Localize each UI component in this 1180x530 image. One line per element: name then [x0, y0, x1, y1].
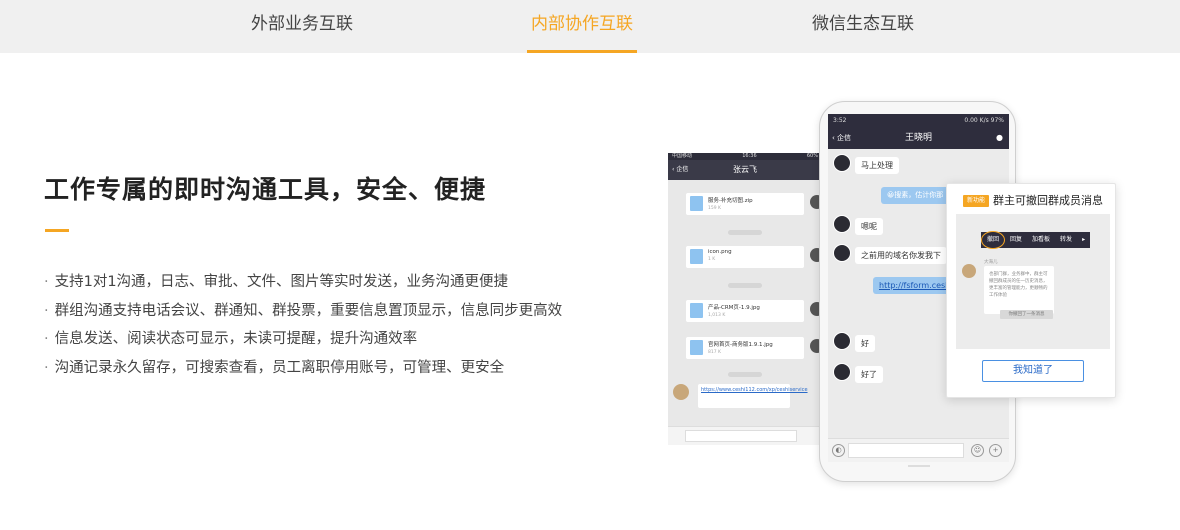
image-icon — [690, 340, 703, 355]
chat-header: ‹ 企信 王晓明 ● — [828, 127, 1009, 149]
emoji-icon: ☺ — [971, 444, 984, 457]
menu-item-forward: 转发 — [1060, 236, 1073, 243]
avatar — [833, 363, 851, 381]
recalled-notice: 你撤回了一条消息 — [1000, 310, 1053, 319]
sender-name: 大海儿 — [984, 260, 998, 265]
chat-bubble: 马上处理 — [855, 157, 899, 174]
file-message: 官网首页-商务版1.9.1.jpg 817 K — [686, 337, 804, 359]
tab-bar: 外部业务互联 内部协作互联 微信生态互联 — [0, 0, 1180, 53]
message-input — [685, 430, 797, 442]
popup-title: 群主可撤回群成员消息 — [993, 194, 1103, 207]
image-icon — [690, 249, 703, 264]
file-message: 服务-补充切图.zip 159 K — [686, 193, 804, 215]
chat-bubble: 之前用的域名你发我下 — [855, 247, 947, 264]
new-feature-badge: 新功能 — [963, 195, 990, 207]
timestamp-pill — [728, 372, 762, 377]
accent-divider — [45, 229, 69, 232]
chat-bubble: 嗯呢 — [855, 218, 883, 235]
popup-illustration: 撤回 回复 加看板 转发 ▸ 大海儿 也部门群，业务群中，群主可撤回群成员的任一… — [956, 214, 1110, 349]
feature-item: · 信息发送、阅读状态可显示，未读可提醒，提升沟通效率 — [44, 331, 418, 348]
got-it-button[interactable]: 我知道了 — [982, 360, 1084, 382]
bullet-dot: · — [44, 331, 49, 348]
message-context-menu: 撤回 回复 加看板 转发 ▸ — [981, 231, 1091, 249]
timestamp-pill — [728, 283, 762, 288]
file-message: icon.png 1 K — [686, 246, 804, 268]
chat-body: 服务-补充切图.zip 159 K icon.png 1 K 产品-CRM页-1… — [668, 180, 822, 426]
chat-bubble: 好了 — [855, 366, 883, 383]
menu-more-arrow: ▸ — [1082, 236, 1086, 243]
chat-input-bar: ◐ ☺ + — [828, 438, 1009, 462]
feature-popup-card: 新功能 群主可撤回群成员消息 撤回 回复 加看板 转发 ▸ 大海儿 也部门群，业… — [946, 183, 1116, 398]
feature-item: · 支持1对1沟通，日志、审批、文件、图片等实时发送，业务沟通更便捷 — [44, 274, 509, 290]
tab-wechat-ecosystem[interactable]: 微信生态互联 — [793, 0, 933, 53]
back-button: ‹ 企信 — [832, 134, 852, 142]
image-icon — [690, 303, 703, 318]
menu-item-add-board: 加看板 — [1032, 236, 1051, 243]
chat-input-bar — [668, 426, 822, 445]
phone-status-bar: 3:52 0.00 K/s 97% — [828, 114, 1009, 127]
plus-icon: + — [989, 444, 1002, 457]
file-message: 产品-CRM页-1.9.jpg 1,013 K — [686, 300, 804, 322]
avatar — [833, 215, 851, 233]
tab-label: 内部协作互联 — [531, 14, 633, 34]
chat-bubble-own: 😀搜素，估计你那 — [881, 187, 950, 204]
menu-item-recall: 撤回 — [981, 231, 1006, 249]
menu-item-reply: 回复 — [1010, 236, 1023, 243]
chat-title: 张云飞 — [733, 165, 757, 174]
avatar — [833, 154, 851, 172]
phone-status-bar: 中国移动 16:36 60% — [668, 153, 822, 160]
feature-list: · 支持1对1沟通，日志、审批、文件、图片等实时发送，业务沟通更便捷 · 群组沟通支… — [44, 268, 562, 383]
phone-back-screenshot: 中国移动 16:36 60% ‹ 企信 张云飞 服务-补充切图.zip 159 … — [668, 153, 822, 445]
section-headline: 工作专属的即时沟通工具，安全、便捷 — [44, 175, 487, 204]
tab-external-business[interactable]: 外部业务互联 — [232, 0, 372, 53]
message-input — [848, 443, 964, 458]
voice-icon: ◐ — [832, 444, 845, 457]
bullet-dot: · — [44, 302, 49, 319]
feature-item: · 沟通记录永久留存，可搜索查看，员工离职停用账号，可管理、更安全 — [44, 360, 505, 377]
back-button: ‹ 企信 — [672, 166, 689, 173]
bullet-dot: · — [44, 360, 49, 377]
avatar — [833, 332, 851, 350]
active-tab-underline — [527, 50, 637, 53]
chat-title: 王晓明 — [904, 133, 932, 143]
link-message: https://www.ceshi112.com/xp/ceshiservice — [698, 384, 808, 408]
home-indicator — [908, 465, 930, 467]
chat-header: ‹ 企信 张云飞 — [668, 160, 822, 180]
feature-item: · 群组沟通支持电话会议、群通知、群投票，重要信息置顶显示，信息同步更高效 — [44, 302, 563, 319]
chat-bubble: 好 — [855, 335, 875, 352]
avatar — [962, 264, 976, 278]
file-icon — [690, 196, 703, 211]
sample-message: 也部门群，业务群中，群主可撤回群成员的任一历史消息，更丰富的管理能力，更顺畅的工… — [984, 266, 1054, 314]
avatar — [673, 384, 689, 400]
person-icon: ● — [996, 133, 1003, 142]
avatar — [833, 244, 851, 262]
timestamp-pill — [728, 230, 762, 235]
bullet-dot: · — [44, 274, 49, 290]
tab-internal-collaboration[interactable]: 内部协作互联 — [527, 0, 637, 53]
